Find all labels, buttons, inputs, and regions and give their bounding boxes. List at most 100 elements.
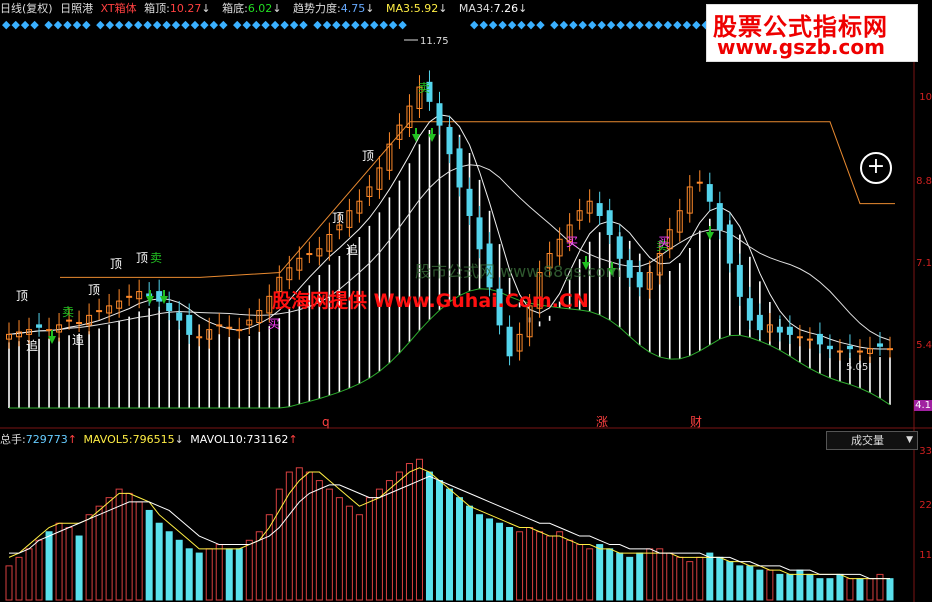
volume-header: 总手:729773↑ MAVOL5:796515↓ MAVOL10:731162… bbox=[0, 431, 301, 449]
volume-bar bbox=[746, 565, 754, 601]
mavol10-label: MAVOL10: bbox=[190, 433, 247, 446]
event-label: 财 bbox=[690, 415, 702, 429]
volume-axis-label: 33 bbox=[919, 446, 932, 457]
top-label: 顶 bbox=[136, 251, 148, 265]
volume-bar bbox=[676, 556, 684, 601]
candle-body bbox=[46, 329, 53, 332]
box-top-label: 箱顶: bbox=[144, 2, 170, 15]
candle-body bbox=[696, 181, 703, 184]
candle-body bbox=[596, 203, 603, 216]
indicator-selector[interactable]: 成交量 ▼ bbox=[826, 431, 918, 450]
volume-bar bbox=[826, 578, 834, 601]
volume-bar bbox=[15, 556, 23, 601]
volume-bar bbox=[566, 539, 574, 601]
period-label[interactable]: 日线(复权) bbox=[0, 2, 53, 15]
volume-bar bbox=[165, 531, 173, 601]
volume-bar bbox=[456, 497, 464, 601]
event-label: 涨 bbox=[596, 414, 608, 429]
volume-bar bbox=[686, 561, 694, 601]
top-label: 顶 bbox=[332, 211, 344, 225]
volume-bar bbox=[195, 552, 203, 601]
trend-label: 趋势力度: bbox=[293, 2, 341, 15]
volume-bar bbox=[716, 556, 724, 601]
volume-bar bbox=[275, 488, 283, 601]
box-bottom-value: 6.02 bbox=[247, 2, 273, 15]
volume-bar bbox=[866, 578, 874, 601]
volume-bar bbox=[516, 531, 524, 601]
volume-bar bbox=[35, 539, 43, 601]
candle-body bbox=[806, 338, 813, 341]
volume-bar bbox=[45, 531, 53, 601]
top-label: 顶 bbox=[362, 149, 374, 163]
sell-label: 卖 bbox=[62, 305, 74, 319]
mavol5-label: MAVOL5: bbox=[83, 433, 133, 446]
volume-bar bbox=[135, 501, 143, 601]
candle-body bbox=[476, 217, 483, 250]
volume-bar bbox=[325, 488, 333, 601]
volume-bar bbox=[215, 544, 223, 601]
candle-body bbox=[236, 329, 243, 332]
volume-axis-label: 11 bbox=[919, 550, 932, 561]
candle-body bbox=[736, 264, 743, 297]
down-arrow-icon: ↓ bbox=[518, 2, 528, 15]
total-label: 总手: bbox=[0, 433, 26, 446]
volume-bar bbox=[55, 522, 63, 601]
candle-body bbox=[746, 298, 753, 321]
candle-body bbox=[726, 224, 733, 264]
watermark-url: www.gszb.com bbox=[717, 35, 885, 59]
chevron-down-icon[interactable]: ▼ bbox=[906, 432, 913, 449]
volume-bar bbox=[816, 578, 824, 601]
event-label: q bbox=[322, 415, 330, 429]
volume-bar bbox=[185, 548, 193, 601]
down-arrow-icon: ↓ bbox=[272, 2, 282, 15]
sell-label: 卖 bbox=[150, 251, 162, 265]
candle-body bbox=[796, 336, 803, 339]
price-axis-label: 7.1 bbox=[916, 258, 932, 269]
candle-body bbox=[306, 253, 313, 256]
volume-bar bbox=[496, 522, 504, 601]
volume-bar bbox=[616, 552, 624, 601]
volume-bar bbox=[576, 544, 584, 601]
volume-bar bbox=[596, 544, 604, 601]
volume-bar bbox=[536, 531, 544, 601]
candle-body bbox=[446, 127, 453, 155]
volume-bar bbox=[125, 492, 133, 601]
buy-label: 买 bbox=[268, 317, 280, 331]
diamond-markers-left: ◆◆◆◆ ◆◆◆◆◆ ◆◆◆◆◆◆◆◆◆◆◆◆◆◆ ◆◆◆◆◆◆◆◆ ◆◆◆◆◆… bbox=[2, 18, 408, 31]
chase-label: 追 bbox=[346, 242, 358, 257]
volume-axis-label: 22 bbox=[919, 500, 932, 511]
volume-bar bbox=[435, 480, 443, 601]
zoom-in-icon[interactable]: + bbox=[860, 152, 892, 184]
candle-body bbox=[886, 348, 893, 351]
candle-body bbox=[196, 336, 203, 339]
price-axis-label: 5.4 bbox=[916, 340, 932, 351]
volume-bar bbox=[786, 573, 794, 601]
volume-bar bbox=[205, 548, 213, 601]
up-arrow-icon: ↑ bbox=[288, 433, 298, 446]
volume-bar bbox=[75, 535, 83, 601]
down-arrow-icon: ↓ bbox=[438, 2, 448, 15]
up-arrow-icon: ↑ bbox=[67, 433, 77, 446]
candle-body bbox=[456, 148, 463, 188]
indicator-name: XT箱体 bbox=[100, 2, 137, 15]
top-label: 顶 bbox=[88, 283, 100, 297]
candle-body bbox=[636, 272, 643, 288]
candle-body bbox=[846, 345, 853, 350]
ma3-value: 5.92 bbox=[413, 2, 439, 15]
volume-bar bbox=[446, 488, 453, 601]
volume-bar bbox=[466, 505, 474, 601]
volume-bar bbox=[756, 569, 764, 601]
candle-body bbox=[826, 345, 833, 350]
candle-body bbox=[786, 326, 793, 335]
candle-body bbox=[626, 260, 633, 278]
buy-label: 买 bbox=[566, 235, 578, 249]
volume-bar bbox=[105, 497, 113, 601]
volume-bar bbox=[355, 514, 363, 601]
volume-bar bbox=[886, 578, 894, 601]
top-label: 顶 bbox=[16, 289, 28, 303]
volume-bar bbox=[506, 527, 514, 601]
chase-label: 追 bbox=[72, 332, 84, 347]
candle-body bbox=[436, 103, 443, 126]
indicator-header: 日线(复权) 日照港 XT箱体 箱顶:10.27↓ 箱底:6.02↓ 趋势力度:… bbox=[0, 0, 535, 18]
volume-bar bbox=[806, 573, 814, 601]
